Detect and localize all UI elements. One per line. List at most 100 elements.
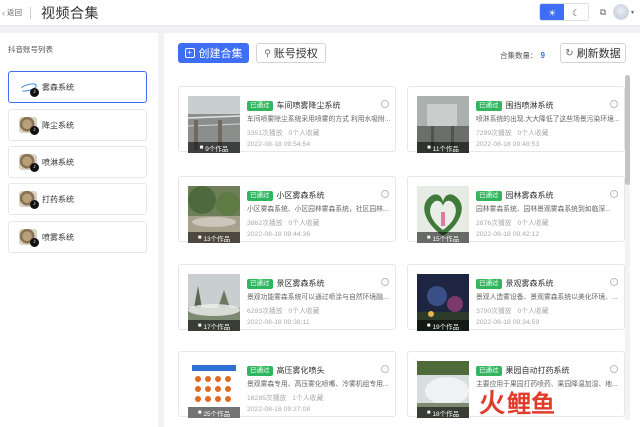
sidebar-item-dayao[interactable]: ♪ 打药系统 xyxy=(8,183,147,215)
video-icon: ■ xyxy=(426,234,431,241)
play-count: 6283次播放 xyxy=(247,308,283,315)
sidebar-title: 抖音账号列表 xyxy=(8,45,53,54)
collection-cover[interactable]: ■ 15个作品 xyxy=(417,186,469,243)
card-description: 景观雾森专用、高压雾化喷嘴、冷雾机组专用... xyxy=(247,381,389,388)
collection-count: 合集数量： 9 xyxy=(500,50,545,61)
video-icon: ■ xyxy=(197,234,202,241)
play-count: 3790次播放 xyxy=(476,308,512,315)
back-label: 返回 xyxy=(7,8,22,17)
card-title-row: 已通过 车间喷雾降尘系统 xyxy=(247,100,341,111)
play-count: 7299次播放 xyxy=(476,130,512,137)
video-icon: ■ xyxy=(197,409,202,416)
scrollbar-thumb[interactable] xyxy=(625,75,630,185)
status-badge: 已通过 xyxy=(247,278,273,289)
more-options-icon[interactable]: · xyxy=(610,100,618,108)
refresh-data-button[interactable]: ↻ 刷新数据 xyxy=(560,43,626,63)
collection-cover[interactable]: ■ 17个作品 xyxy=(188,274,240,331)
more-options-icon[interactable]: · xyxy=(610,190,618,198)
collection-card[interactable]: ■ 15个作品 已通过 园林雾森系统 · 园林雾森系统、园林景观雾森系统到如临深..… xyxy=(407,176,625,243)
favorite-count: 0个人收藏 xyxy=(517,220,549,227)
collection-cover[interactable]: ■ 19个作品 xyxy=(417,274,469,331)
card-description: 景观人造雾设备、景观雾森系统以美化环境、... xyxy=(476,294,618,301)
vertical-scrollbar[interactable] xyxy=(625,75,630,420)
card-title[interactable]: 车间喷雾降尘系统 xyxy=(277,100,341,111)
collection-card[interactable]: ■ 17个作品 已通过 景区雾森系统 · 景观功能雾森系统可以通过喷涂与自然环境融.… xyxy=(178,264,396,331)
collection-card[interactable]: ■ 19个作品 已通过 景观雾森系统 · 景观人造雾设备、景观雾森系统以美化环境、.… xyxy=(407,264,625,331)
card-description: 景观功能雾森系统可以通过喷涂与自然环境融... xyxy=(247,294,389,301)
card-description: 园林雾森系统、园林景观雾森系统到如临深... xyxy=(476,206,611,213)
card-title[interactable]: 小区雾森系统 xyxy=(277,190,325,201)
card-stats: 3351次播放 0个人收藏 xyxy=(247,127,325,137)
card-title-row: 已通过 围挡喷淋系统 xyxy=(476,100,554,111)
account-logo-icon: ♪ xyxy=(19,79,39,97)
collection-card[interactable]: ■ 9个作品 已通过 车间喷雾降尘系统 · 车间喷雾除尘系统采用喷雾的方式 利用水吸… xyxy=(178,86,396,153)
card-title[interactable]: 景观雾森系统 xyxy=(506,278,554,289)
card-date: 2022-08-18 09:34:59 xyxy=(476,319,540,326)
play-count: 16285次播放 xyxy=(247,395,287,402)
works-count-label: ■ 25个作品 xyxy=(188,407,240,418)
collection-cover[interactable]: ■ 11个作品 xyxy=(417,96,469,153)
sidebar-item-label: 喷淋系统 xyxy=(42,157,74,167)
card-stats: 7299次播放 0个人收藏 xyxy=(476,127,554,137)
card-title-row: 已通过 小区雾森系统 xyxy=(247,190,325,201)
header-actions: ☀ ☾ ⧉ ▾ xyxy=(538,3,634,21)
douyin-badge-icon: ♪ xyxy=(30,200,39,209)
plus-square-icon: + xyxy=(184,48,195,58)
card-stats: 16285次播放 1个人收藏 xyxy=(247,392,329,402)
create-collection-button[interactable]: + 创建合集 xyxy=(178,43,249,63)
collection-cover[interactable]: ■ 18个作品 xyxy=(417,361,469,418)
more-options-icon[interactable]: · xyxy=(381,190,389,198)
back-button[interactable]: ‹ 返回 xyxy=(2,7,22,18)
sidebar-item-wusen[interactable]: ♪ 雾森系统 xyxy=(8,71,147,103)
more-options-icon[interactable]: · xyxy=(610,278,618,286)
account-logo-icon: ♪ xyxy=(19,191,39,209)
card-title-row: 已通过 果园自动打药系统 xyxy=(476,365,570,376)
more-options-icon[interactable]: · xyxy=(610,365,618,373)
sidebar-item-penlin[interactable]: ♪ 喷淋系统 xyxy=(8,146,147,178)
card-title[interactable]: 园林雾森系统 xyxy=(506,190,554,201)
card-title-row: 已通过 景区雾森系统 xyxy=(247,278,325,289)
card-title[interactable]: 景区雾森系统 xyxy=(277,278,325,289)
account-auth-button[interactable]: ⚲ 账号授权 xyxy=(256,43,326,63)
video-icon: ■ xyxy=(427,144,431,151)
play-count: 2876次播放 xyxy=(476,220,512,227)
collection-card[interactable]: ■ 13个作品 已通过 小区雾森系统 · 小区雾森系统、小区园林雾森系统，社区园林.… xyxy=(178,176,396,243)
douyin-badge-icon: ♪ xyxy=(30,238,39,247)
favorite-count: 0个人收藏 xyxy=(517,308,549,315)
card-title[interactable]: 围挡喷淋系统 xyxy=(506,100,554,111)
video-icon: ■ xyxy=(199,144,204,151)
light-mode-sun-icon[interactable]: ☀ xyxy=(539,4,564,20)
dark-mode-moon-icon[interactable]: ☾ xyxy=(563,4,588,20)
works-count-label: ■ 19个作品 xyxy=(417,320,469,331)
card-date: 2022-08-18 09:44:36 xyxy=(247,231,311,238)
watermark-logo: 火 鲤鱼 xyxy=(479,383,555,420)
works-count-label: ■ 17个作品 xyxy=(188,320,240,331)
more-options-icon[interactable]: · xyxy=(381,365,389,373)
card-title-row: 已通过 高压雾化喷头 xyxy=(247,365,325,376)
card-title[interactable]: 果园自动打药系统 xyxy=(506,365,570,376)
collection-cover[interactable]: ■ 25个作品 xyxy=(188,361,240,418)
more-options-icon[interactable]: · xyxy=(381,100,389,108)
douyin-badge-icon: ♪ xyxy=(30,88,39,97)
collection-cover[interactable]: ■ 9个作品 xyxy=(188,96,240,153)
chevron-down-icon[interactable]: ▾ xyxy=(631,9,634,16)
collection-cover[interactable]: ■ 13个作品 xyxy=(188,186,240,243)
video-icon: ■ xyxy=(426,322,431,329)
user-avatar[interactable] xyxy=(612,4,629,20)
works-count-label: ■ 18个作品 xyxy=(417,407,469,418)
card-stats: 3862次播放 0个人收藏 xyxy=(247,217,325,227)
card-description: 喷淋系统的出现,大大降低了这些场景污染环境... xyxy=(476,116,620,123)
card-stats: 2876次播放 0个人收藏 xyxy=(476,217,554,227)
refresh-data-label: 刷新数据 xyxy=(576,48,621,60)
sidebar-item-label: 喷雾系统 xyxy=(42,232,74,242)
card-title[interactable]: 高压雾化喷头 xyxy=(277,365,325,376)
collection-card[interactable]: ■ 11个作品 已通过 围挡喷淋系统 · 喷淋系统的出现,大大降低了这些场景污染环境… xyxy=(407,86,625,153)
sidebar-item-jiangchen[interactable]: ♪ 降尘系统 xyxy=(8,109,147,141)
switch-window-icon[interactable]: ⧉ xyxy=(597,6,609,18)
collection-count-value: 9 xyxy=(540,51,545,60)
account-logo-icon: ♪ xyxy=(19,117,39,135)
sidebar-item-penwu[interactable]: ♪ 喷雾系统 xyxy=(8,221,147,253)
collection-card[interactable]: ■ 25个作品 已通过 高压雾化喷头 · 景观雾森专用、高压雾化喷嘴、冷雾机组专用.… xyxy=(178,351,396,418)
card-date: 2022-08-18 09:42:12 xyxy=(476,231,540,238)
more-options-icon[interactable]: · xyxy=(381,278,389,286)
